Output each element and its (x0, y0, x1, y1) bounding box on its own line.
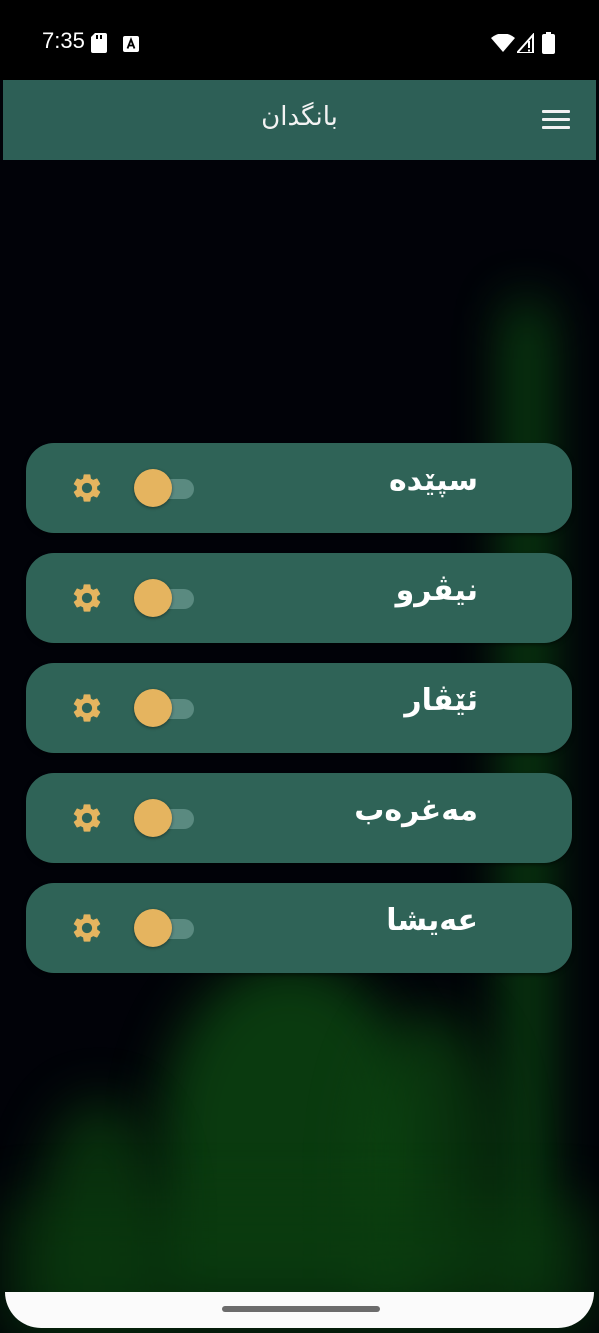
toggle-knob (134, 469, 172, 507)
signal-icon (517, 33, 534, 53)
prayer-row-fajr: سپێدە (26, 443, 572, 533)
settings-gear-icon[interactable] (70, 801, 104, 835)
navigation-bar (5, 1292, 594, 1328)
prayer-name-label: مەغرەب (354, 793, 478, 828)
toggle-knob (134, 689, 172, 727)
home-gesture-handle[interactable] (222, 1306, 380, 1312)
status-time: 7:35 (42, 28, 85, 53)
prayer-toggle-switch[interactable] (134, 799, 194, 837)
prayer-row-asr: ئێڤار (26, 663, 572, 753)
prayer-row-maghrib: مەغرەب (26, 773, 572, 863)
settings-gear-icon[interactable] (70, 581, 104, 615)
status-bar: 7:35 (0, 0, 599, 80)
app-bar: بانگدان (3, 80, 596, 160)
settings-gear-icon[interactable] (70, 911, 104, 945)
prayer-toggle-switch[interactable] (134, 469, 194, 507)
prayer-name-label: عەیشا (386, 903, 478, 938)
prayer-toggle-switch[interactable] (134, 579, 194, 617)
menu-button[interactable] (538, 106, 574, 134)
app-screen: 7:35 بانگدان سپێدە نیڤرو ئێڤار مەغرەب عە… (0, 0, 599, 1333)
sd-card-icon (91, 33, 107, 53)
prayer-name-label: ئێڤار (404, 683, 478, 718)
page-title: بانگدان (261, 102, 338, 132)
settings-gear-icon[interactable] (70, 471, 104, 505)
toggle-knob (134, 909, 172, 947)
prayer-row-isha: عەیشا (26, 883, 572, 973)
prayer-name-label: نیڤرو (395, 573, 478, 608)
keyboard-a-icon (123, 36, 139, 52)
settings-gear-icon[interactable] (70, 691, 104, 725)
battery-icon (542, 32, 555, 54)
toggle-knob (134, 579, 172, 617)
prayer-toggle-switch[interactable] (134, 689, 194, 727)
prayer-row-dhuhr: نیڤرو (26, 553, 572, 643)
wifi-icon (491, 34, 515, 52)
prayer-name-label: سپێدە (388, 463, 478, 498)
toggle-knob (134, 799, 172, 837)
prayer-toggle-switch[interactable] (134, 909, 194, 947)
